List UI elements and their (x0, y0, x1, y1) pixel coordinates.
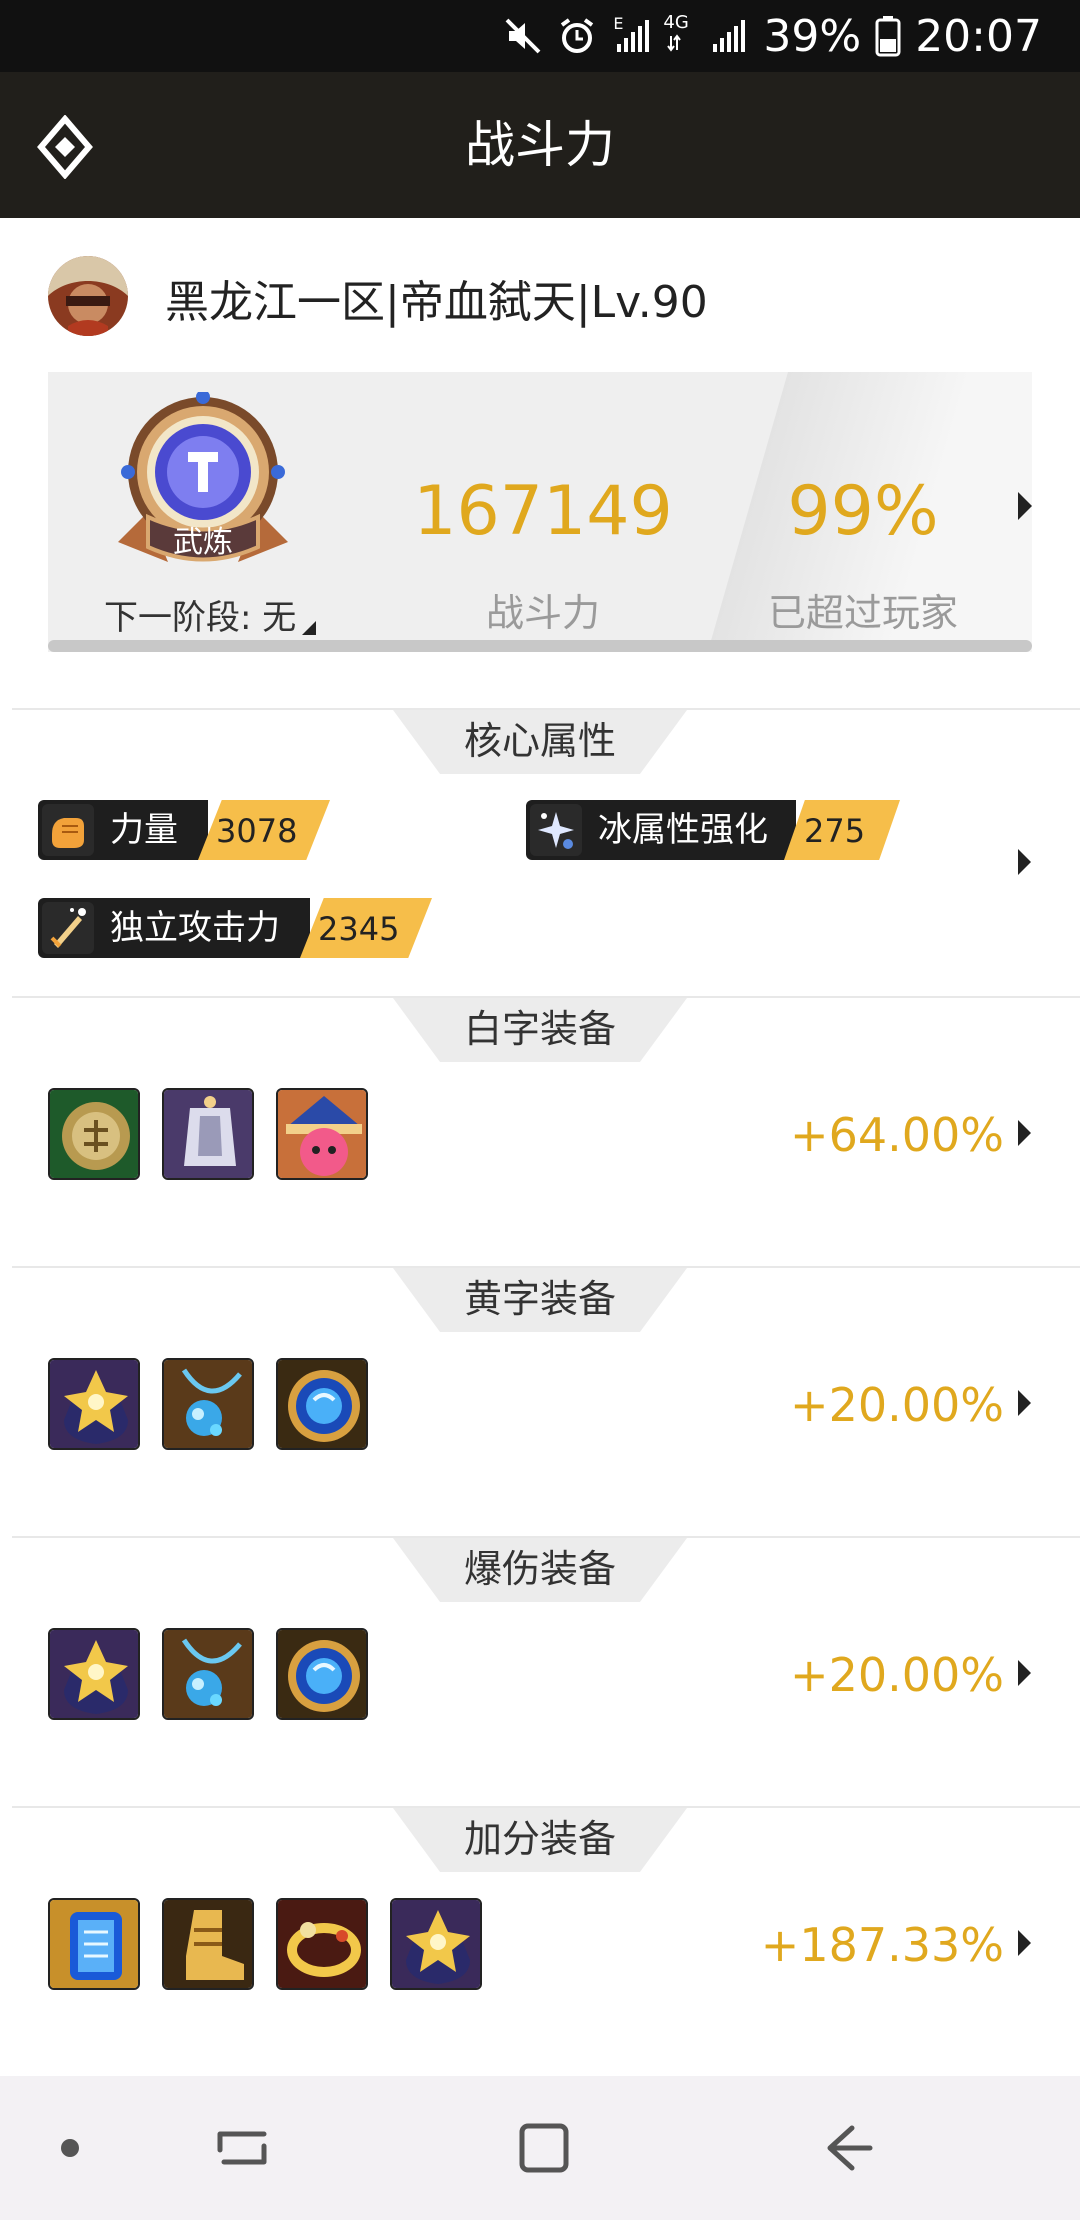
4g-signal-icon: 4G (663, 12, 695, 56)
page-title: 战斗力 (465, 116, 615, 174)
ice-sparkle-icon (530, 804, 582, 856)
cell-signal-icon (709, 16, 749, 56)
chevron-right-icon[interactable] (1018, 1660, 1031, 1686)
user-info-row: 黑龙江一区|帝血弑天|Lv.90 (0, 218, 1080, 370)
badge-label: 武炼 (173, 525, 233, 560)
mute-icon (503, 16, 543, 56)
network-type-label: 4G (663, 12, 689, 33)
power-panel[interactable]: 武炼 下一阶段: 无 167149 战斗力 99% 已超过玩家 (48, 372, 1032, 652)
blue-necklace-icon[interactable] (162, 1358, 254, 1450)
avatar[interactable] (48, 256, 128, 336)
attribute-ice-enhance: 冰属性强化 275 (526, 800, 900, 860)
next-stage-label[interactable]: 下一阶段: 无 (104, 590, 317, 639)
dropdown-corner-icon (302, 621, 317, 635)
battery-percent: 39% (763, 10, 862, 62)
signal-icon: E (611, 14, 651, 56)
chevron-right-icon[interactable] (1018, 492, 1032, 520)
chevron-right-icon[interactable] (1018, 1120, 1031, 1146)
gold-boot-icon[interactable] (162, 1898, 254, 1990)
battery-icon (875, 15, 901, 57)
chevron-right-icon[interactable] (1018, 849, 1031, 875)
back-arrow-icon[interactable] (810, 2112, 882, 2184)
section-title: 爆伤装备 (463, 1547, 616, 1591)
strength-fist-icon (42, 804, 94, 856)
section-heading-bonus-equip: 加分装备 (393, 1808, 687, 1872)
chevron-right-icon[interactable] (1018, 1390, 1031, 1416)
attribute-name: 独立攻击力 (110, 908, 280, 948)
bonus-value: +20.00% (790, 1648, 1004, 1702)
gold-bracelet-icon[interactable] (276, 1898, 368, 1990)
next-stage-text: 下一阶段: 无 (104, 598, 297, 638)
blue-orb-icon[interactable] (276, 1628, 368, 1720)
bonus-value: +187.33% (760, 1918, 1004, 1972)
gold-gem-icon[interactable] (48, 1628, 140, 1720)
system-nav-bar (0, 2076, 1080, 2220)
status-bar: E 4G 39% 20:07 (0, 0, 1080, 72)
blue-orb-icon[interactable] (276, 1358, 368, 1450)
silver-armor-icon[interactable] (162, 1088, 254, 1180)
attribute-name: 冰属性强化 (598, 810, 768, 850)
signal-type-label: E (613, 14, 624, 33)
app-header: 战斗力 (0, 72, 1080, 218)
pink-hat-icon[interactable] (276, 1088, 368, 1180)
attribute-strength: 力量 3078 (38, 800, 330, 860)
sword-sparkle-icon (42, 902, 94, 954)
section-title: 加分装备 (463, 1817, 616, 1861)
panel-progress-bar (48, 640, 1032, 652)
blue-necklace-icon[interactable] (162, 1628, 254, 1720)
recent-apps-icon[interactable] (206, 2112, 278, 2184)
power-label: 战斗力 (485, 591, 600, 635)
alarm-icon (557, 16, 597, 56)
surpass-percent: 99% (787, 472, 939, 551)
section-heading-crit-equip: 爆伤装备 (393, 1538, 687, 1602)
attribute-value: 3078 (216, 812, 298, 850)
bonus-value: +64.00% (790, 1108, 1004, 1162)
clock: 20:07 (915, 10, 1042, 62)
rank-badge: 武炼 (108, 390, 298, 588)
attribute-value: 2345 (318, 910, 400, 948)
section-heading-core: 核心属性 (393, 710, 687, 774)
dot-icon[interactable] (34, 2112, 106, 2184)
blue-scroll-icon[interactable] (48, 1898, 140, 1990)
gold-gem-icon[interactable] (390, 1898, 482, 1990)
section-heading-white-equip: 白字装备 (393, 998, 687, 1062)
lion-shield-icon[interactable] (48, 1088, 140, 1180)
attribute-value: 275 (804, 812, 866, 850)
section-title: 核心属性 (463, 719, 616, 763)
attribute-name: 力量 (110, 810, 178, 850)
attribute-independent-attack: 独立攻击力 2345 (38, 898, 432, 958)
section-title: 黄字装备 (463, 1277, 616, 1321)
section-heading-yellow-equip: 黄字装备 (393, 1268, 687, 1332)
home-square-icon[interactable] (508, 2112, 580, 2184)
surpass-label: 已超过玩家 (767, 591, 958, 635)
bonus-value: +20.00% (790, 1378, 1004, 1432)
section-title: 白字装备 (463, 1007, 616, 1051)
gold-gem-icon[interactable] (48, 1358, 140, 1450)
power-value: 167149 (413, 472, 673, 551)
chevron-right-icon[interactable] (1018, 1930, 1031, 1956)
user-name: 黑龙江一区|帝血弑天|Lv.90 (165, 277, 708, 328)
